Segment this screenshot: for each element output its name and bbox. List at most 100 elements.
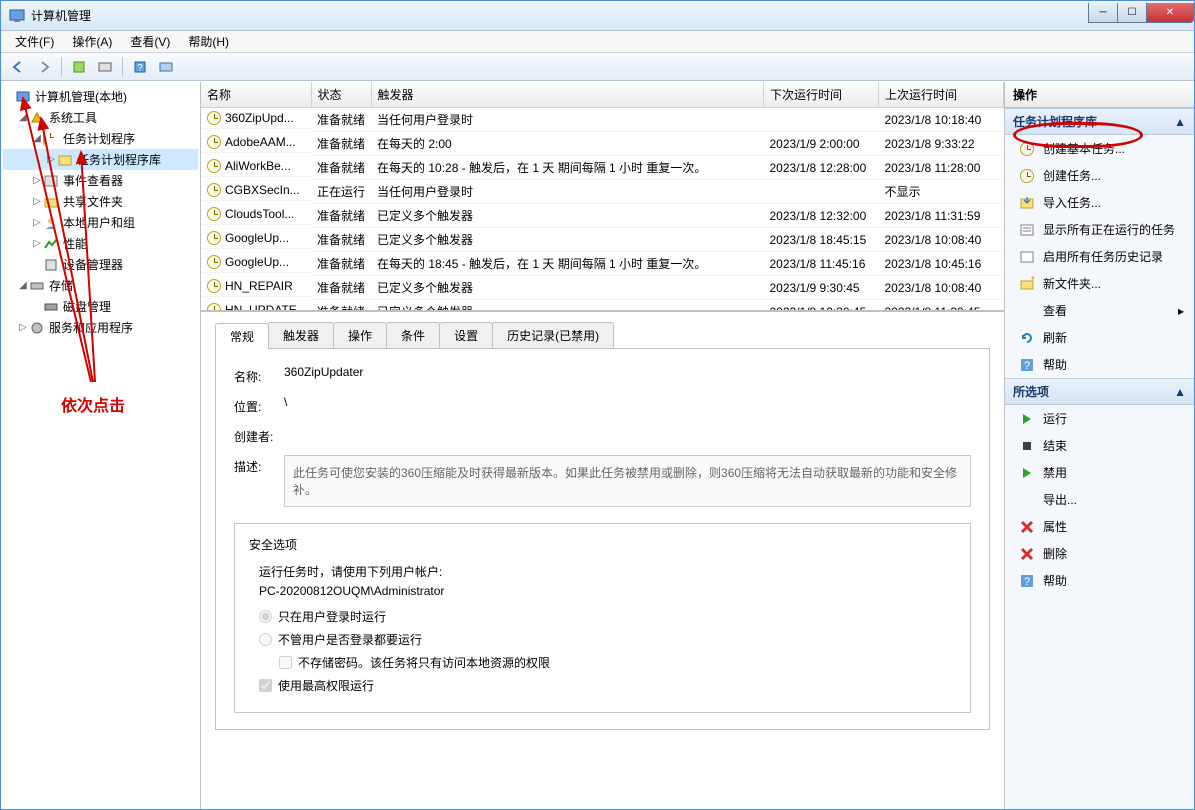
svg-text:?: ? <box>1024 360 1030 372</box>
radio-logged-on <box>259 610 272 623</box>
menu-file[interactable]: 文件(F) <box>7 31 62 52</box>
help-icon[interactable]: ? <box>129 56 151 78</box>
action-import-task[interactable]: 导入任务... <box>1005 189 1194 216</box>
table-row[interactable]: CGBXSecIn...正在运行当任何用户登录时不显示 <box>201 180 1004 204</box>
action-show-running[interactable]: 显示所有正在运行的任务 <box>1005 216 1194 243</box>
radio-any-user <box>259 633 272 646</box>
actions-section-library[interactable]: 任务计划程序库▲ <box>1005 108 1194 135</box>
clock-icon <box>207 255 221 269</box>
table-row[interactable]: GoogleUp...准备就绪已定义多个触发器2023/1/8 18:45:15… <box>201 228 1004 252</box>
tree-task-library[interactable]: ▷任务计划程序库 <box>3 149 198 170</box>
tab-general[interactable]: 常规 <box>215 323 269 349</box>
tree-event-viewer[interactable]: ▷事件查看器 <box>3 170 198 191</box>
table-row[interactable]: HN_UPDATE准备就绪已定义多个触发器2023/1/8 12:30:4520… <box>201 300 1004 313</box>
actions-pane: 操作 任务计划程序库▲ 创建基本任务... 创建任务... 导入任务... 显示… <box>1004 82 1194 809</box>
desc-value: 此任务可使您安装的360压缩能及时获得最新版本。如果此任务被禁用或删除，则360… <box>284 455 971 507</box>
action-create-task[interactable]: 创建任务... <box>1005 162 1194 189</box>
table-row[interactable]: 360ZipUpd...准备就绪当任何用户登录时2023/1/8 10:18:4… <box>201 108 1004 132</box>
tree-services[interactable]: ▷服务和应用程序 <box>3 317 198 338</box>
tree-device-manager[interactable]: 设备管理器 <box>3 254 198 275</box>
console-icon[interactable] <box>155 56 177 78</box>
runas-value: PC-20200812OUQM\Administrator <box>259 584 956 598</box>
refresh-icon[interactable] <box>68 56 90 78</box>
task-list[interactable]: 名称 状态 触发器 下次运行时间 上次运行时间 360ZipUpd...准备就绪… <box>201 82 1004 312</box>
tree-performance[interactable]: ▷性能 <box>3 233 198 254</box>
clock-icon <box>207 135 221 149</box>
menu-view[interactable]: 查看(V) <box>122 31 178 52</box>
name-value: 360ZipUpdater <box>284 365 971 379</box>
col-last[interactable]: 上次运行时间 <box>879 82 1004 108</box>
tree-root[interactable]: 计算机管理(本地) <box>3 86 198 107</box>
actions-header: 操作 <box>1005 82 1194 108</box>
author-label: 创建者: <box>234 425 284 445</box>
table-row[interactable]: CloudsTool...准备就绪已定义多个触发器2023/1/8 12:32:… <box>201 204 1004 228</box>
svg-text:?: ? <box>137 63 143 74</box>
annotation-click-order: 依次点击 <box>61 392 125 416</box>
action-disable[interactable]: 禁用 <box>1005 459 1194 486</box>
tree-disk-management[interactable]: 磁盘管理 <box>3 296 198 317</box>
action-view[interactable]: 查看▸ <box>1005 297 1194 324</box>
clock-icon <box>207 207 221 221</box>
clock-icon <box>207 303 221 313</box>
col-trigger[interactable]: 触发器 <box>371 82 763 108</box>
detail-pane: 常规 触发器 操作 条件 设置 历史记录(已禁用) 名称:360ZipUpdat… <box>201 312 1004 809</box>
action-export[interactable]: 导出... <box>1005 486 1194 513</box>
nav-tree: 计算机管理(本地) ◢系统工具 ◢任务计划程序 ▷任务计划程序库 ▷事件查看器 … <box>1 82 201 809</box>
table-row[interactable]: HN_REPAIR准备就绪已定义多个触发器2023/1/9 9:30:45202… <box>201 276 1004 300</box>
tree-task-scheduler[interactable]: ◢任务计划程序 <box>3 128 198 149</box>
actions-section-selected[interactable]: 所选项▲ <box>1005 378 1194 405</box>
loc-label: 位置: <box>234 395 284 415</box>
menu-action[interactable]: 操作(A) <box>64 31 120 52</box>
forward-button[interactable] <box>33 56 55 78</box>
clock-icon <box>207 159 221 173</box>
action-properties[interactable]: 属性 <box>1005 513 1194 540</box>
tab-triggers[interactable]: 触发器 <box>268 322 334 348</box>
action-help2[interactable]: ?帮助 <box>1005 567 1194 594</box>
maximize-button[interactable]: ☐ <box>1117 3 1147 23</box>
check-nopwd <box>279 656 292 669</box>
close-button[interactable]: ✕ <box>1146 3 1194 23</box>
action-create-basic[interactable]: 创建基本任务... <box>1005 135 1194 162</box>
col-name[interactable]: 名称 <box>201 82 311 108</box>
titlebar: 计算机管理 ─ ☐ ✕ <box>1 1 1194 31</box>
action-run[interactable]: 运行 <box>1005 405 1194 432</box>
svg-text:*: * <box>1031 276 1035 286</box>
back-button[interactable] <box>7 56 29 78</box>
table-row[interactable]: GoogleUp...准备就绪在每天的 18:45 - 触发后，在 1 天 期间… <box>201 252 1004 276</box>
loc-value: \ <box>284 395 971 409</box>
tab-settings[interactable]: 设置 <box>439 322 493 348</box>
col-next[interactable]: 下次运行时间 <box>764 82 879 108</box>
tab-conditions[interactable]: 条件 <box>386 322 440 348</box>
action-end[interactable]: 结束 <box>1005 432 1194 459</box>
svg-text:?: ? <box>1024 576 1030 588</box>
tree-local-users[interactable]: ▷本地用户和组 <box>3 212 198 233</box>
action-help[interactable]: ?帮助 <box>1005 351 1194 378</box>
security-title: 安全选项 <box>249 536 956 553</box>
clock-icon <box>207 111 221 125</box>
properties-icon[interactable] <box>94 56 116 78</box>
tab-actions[interactable]: 操作 <box>333 322 387 348</box>
action-delete[interactable]: 删除 <box>1005 540 1194 567</box>
app-icon <box>9 8 25 24</box>
action-refresh[interactable]: 刷新 <box>1005 324 1194 351</box>
check-highest-priv <box>259 679 272 692</box>
clock-icon <box>207 183 221 197</box>
toolbar: ? <box>1 53 1194 81</box>
name-label: 名称: <box>234 365 284 385</box>
action-enable-history[interactable]: 启用所有任务历史记录 <box>1005 243 1194 270</box>
tree-system-tools[interactable]: ◢系统工具 <box>3 107 198 128</box>
window-title: 计算机管理 <box>31 7 1089 24</box>
clock-icon <box>207 279 221 293</box>
desc-label: 描述: <box>234 455 284 475</box>
col-state[interactable]: 状态 <box>311 82 371 108</box>
tab-history[interactable]: 历史记录(已禁用) <box>492 322 614 348</box>
tree-shared-folders[interactable]: ▷共享文件夹 <box>3 191 198 212</box>
table-row[interactable]: AdobeAAM...准备就绪在每天的 2:002023/1/9 2:00:00… <box>201 132 1004 156</box>
menu-help[interactable]: 帮助(H) <box>180 31 237 52</box>
tree-storage[interactable]: ◢存储 <box>3 275 198 296</box>
action-new-folder[interactable]: *新文件夹... <box>1005 270 1194 297</box>
minimize-button[interactable]: ─ <box>1088 3 1118 23</box>
runas-label: 运行任务时，请使用下列用户帐户: <box>259 563 956 580</box>
table-row[interactable]: AliWorkBe...准备就绪在每天的 10:28 - 触发后，在 1 天 期… <box>201 156 1004 180</box>
menubar: 文件(F) 操作(A) 查看(V) 帮助(H) <box>1 31 1194 53</box>
